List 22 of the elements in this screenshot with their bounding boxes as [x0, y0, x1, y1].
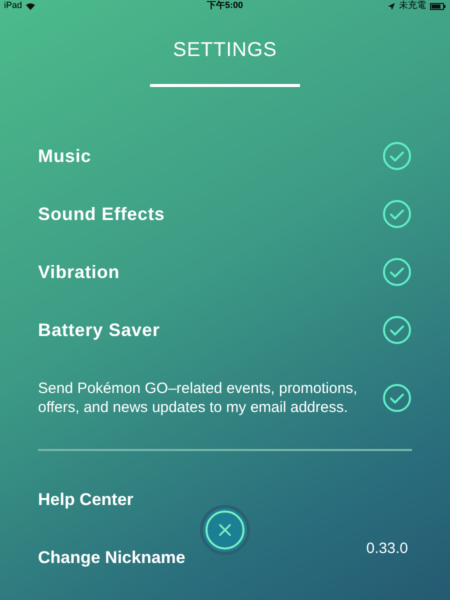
battery-status-text: 未充電	[398, 0, 426, 12]
location-arrow-icon	[388, 2, 395, 10]
checkmark-circle-icon[interactable]	[382, 383, 412, 413]
close-button[interactable]	[200, 505, 250, 555]
setting-label: Sound Effects	[38, 202, 165, 226]
wifi-icon	[26, 2, 36, 10]
checkmark-circle-icon[interactable]	[382, 315, 412, 345]
close-icon	[205, 510, 245, 550]
change-nickname-link[interactable]: Change Nickname	[38, 545, 186, 571]
help-center-link[interactable]: Help Center	[38, 487, 134, 513]
setting-label: Battery Saver	[38, 318, 160, 342]
page-title: SETTINGS	[172, 38, 277, 62]
checkmark-circle-icon[interactable]	[382, 257, 412, 287]
version-number: 0.33.0	[366, 538, 408, 559]
device-name: iPad	[4, 0, 22, 12]
setting-label: Music	[38, 144, 92, 168]
checkmark-circle-icon[interactable]	[382, 141, 412, 171]
setting-label: Vibration	[38, 260, 120, 284]
battery-icon	[430, 2, 446, 10]
checkmark-circle-icon[interactable]	[382, 199, 412, 229]
email-consent-text: Send Pokémon GO–related events, promotions, offers, and news updates to my email address.	[38, 379, 358, 417]
status-time: 下午5:00	[206, 0, 243, 12]
